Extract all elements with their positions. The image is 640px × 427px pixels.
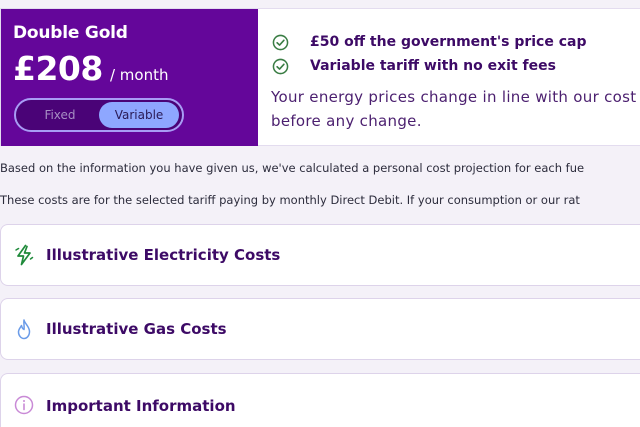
- direct-debit-text: These costs are for the selected tariff …: [0, 193, 580, 207]
- page: Double Gold £208 / month Fixed Variable …: [0, 0, 640, 427]
- info-icon: [14, 395, 34, 415]
- accordion-gas-costs[interactable]: Illustrative Gas Costs: [0, 298, 640, 360]
- accordion-electricity-costs[interactable]: Illustrative Electricity Costs: [0, 224, 640, 286]
- tariff-details-panel: £50 off the government's price cap Varia…: [258, 9, 640, 146]
- toggle-fixed-option[interactable]: Fixed: [20, 104, 100, 126]
- tariff-card: Double Gold £208 / month Fixed Variable …: [0, 8, 640, 146]
- accordion-title: Important Information: [46, 397, 236, 415]
- tariff-price: £208: [13, 49, 103, 88]
- benefit-text: £50 off the government's price cap: [310, 34, 587, 50]
- accordion-title: Illustrative Gas Costs: [46, 320, 227, 338]
- tariff-summary-panel: Double Gold £208 / month Fixed Variable: [1, 9, 258, 146]
- check-circle-icon: [272, 58, 289, 75]
- price-period: / month: [109, 66, 169, 84]
- tariff-type-toggle[interactable]: Fixed Variable: [14, 98, 184, 132]
- benefit-text: Variable tariff with no exit fees: [310, 58, 556, 74]
- accordion-important-information[interactable]: Important Information: [0, 373, 640, 427]
- check-circle-icon: [272, 34, 289, 51]
- toggle-variable-option[interactable]: Variable: [99, 102, 179, 128]
- price-row: £208 / month: [13, 49, 168, 88]
- tariff-name: Double Gold: [13, 23, 128, 43]
- tariff-description: Your energy prices change in line with o…: [271, 88, 637, 130]
- flame-icon: [17, 319, 31, 340]
- cost-projection-text: Based on the information you have given …: [0, 161, 585, 175]
- accordion-title: Illustrative Electricity Costs: [46, 246, 281, 264]
- lightning-icon: [15, 244, 34, 266]
